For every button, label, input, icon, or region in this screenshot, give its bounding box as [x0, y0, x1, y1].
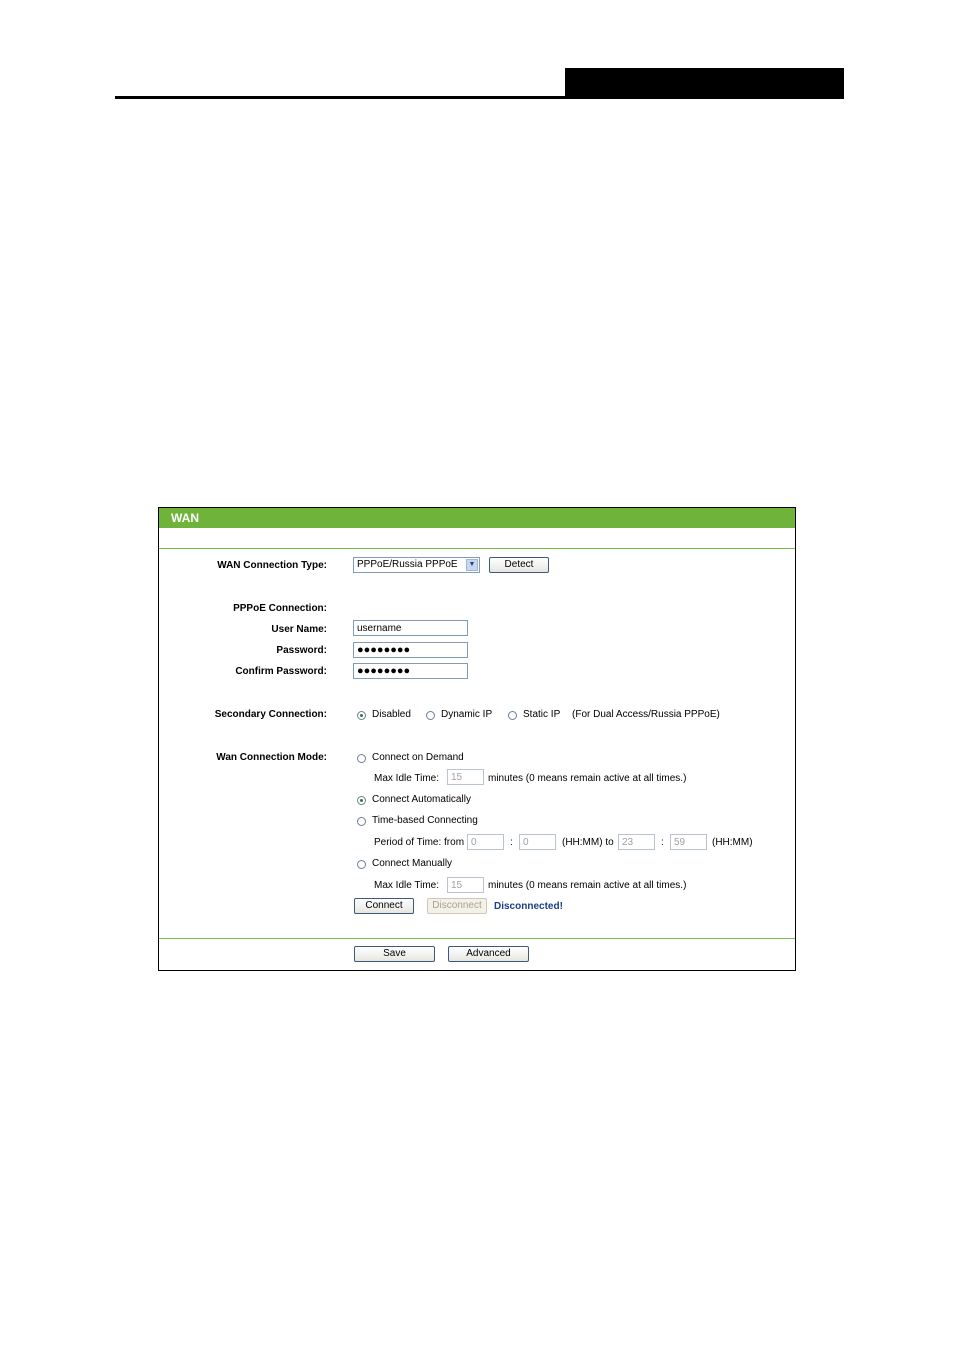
secondary-dynamic-radio[interactable]: [426, 711, 435, 720]
mode-auto-label: Connect Automatically: [372, 794, 471, 805]
to-hour-input[interactable]: 23: [618, 834, 655, 850]
advanced-button[interactable]: Advanced: [448, 946, 529, 962]
secondary-label: Secondary Connection:: [214, 709, 327, 720]
password-label: Password:: [276, 645, 327, 656]
from-hour-input[interactable]: 0: [467, 834, 504, 850]
secondary-note: (For Dual Access/Russia PPPoE): [572, 709, 720, 720]
title-divider: [159, 548, 795, 549]
secondary-disabled-label: Disabled: [372, 709, 411, 720]
wan-type-label: WAN Connection Type:: [217, 560, 327, 571]
chevron-down-icon[interactable]: ▼: [466, 559, 478, 571]
header-black-tab: [565, 68, 844, 99]
user-name-label: User Name:: [271, 624, 327, 635]
mode-auto-radio[interactable]: [357, 796, 366, 805]
to-separator: :: [661, 837, 664, 848]
mode-time-based-label: Time-based Connecting: [372, 815, 478, 826]
hhmm-label: (HH:MM): [712, 837, 753, 848]
idle-time-note: minutes (0 means remain active at all ti…: [488, 773, 687, 784]
user-name-input[interactable]: username: [353, 620, 468, 636]
connection-status: Disconnected!: [494, 901, 563, 912]
wan-type-value: PPPoE/Russia PPPoE: [357, 559, 458, 570]
mode-manual-label: Connect Manually: [372, 858, 453, 869]
connect-button[interactable]: Connect: [354, 898, 414, 914]
confirm-password-label: Confirm Password:: [235, 666, 327, 677]
mode-on-demand-radio[interactable]: [357, 754, 366, 763]
idle-time-label: Max Idle Time:: [374, 773, 440, 784]
secondary-static-radio[interactable]: [508, 711, 517, 720]
password-input[interactable]: ●●●●●●●●: [353, 642, 468, 658]
mode-manual-radio[interactable]: [357, 860, 366, 869]
manual-idle-time-note: minutes (0 means remain active at all ti…: [488, 880, 687, 891]
footer-divider: [159, 938, 795, 939]
secondary-dynamic-label: Dynamic IP: [441, 709, 493, 720]
wan-type-select[interactable]: PPPoE/Russia PPPoE ▼: [353, 557, 480, 573]
manual-idle-time-input[interactable]: 15: [447, 877, 484, 893]
confirm-password-input[interactable]: ●●●●●●●●: [353, 663, 468, 679]
hhmm-to-label: (HH:MM) to: [562, 837, 614, 848]
mode-label: Wan Connection Mode:: [216, 752, 327, 763]
mode-on-demand-label: Connect on Demand: [372, 752, 464, 763]
secondary-static-label: Static IP: [523, 709, 561, 720]
from-minute-input[interactable]: 0: [519, 834, 556, 850]
secondary-disabled-radio[interactable]: [357, 711, 366, 720]
period-label: Period of Time: from: [374, 837, 465, 848]
header-rule: [115, 96, 844, 99]
detect-button[interactable]: Detect: [489, 557, 549, 573]
manual-idle-time-label: Max Idle Time:: [374, 880, 440, 891]
to-minute-input[interactable]: 59: [670, 834, 707, 850]
idle-time-input[interactable]: 15: [447, 769, 484, 785]
panel-title: WAN: [159, 508, 795, 528]
wan-panel: WAN WAN Connection Type: PPPoE/Russia PP…: [158, 507, 796, 971]
disconnect-button[interactable]: Disconnect: [427, 898, 487, 914]
save-button[interactable]: Save: [354, 946, 435, 962]
mode-time-based-radio[interactable]: [357, 817, 366, 826]
from-separator: :: [510, 837, 513, 848]
pppoe-heading: PPPoE Connection:: [233, 603, 327, 614]
